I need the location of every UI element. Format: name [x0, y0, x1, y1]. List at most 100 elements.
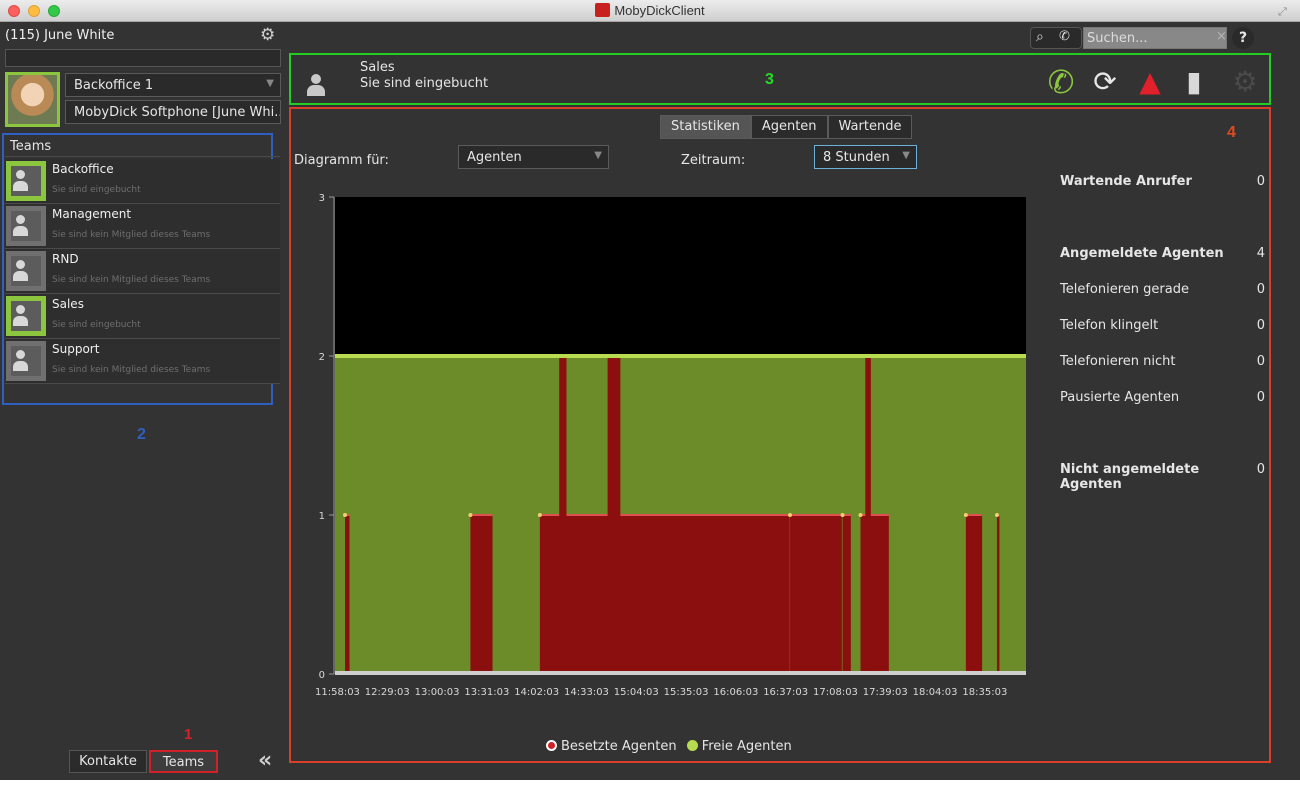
search-mode-group[interactable]: ⌕ ✆ — [1030, 27, 1082, 49]
legend-busy-label: Besetzte Agenten — [561, 739, 677, 754]
team-item-management[interactable]: Management Sie sind kein Mitglied dieses… — [5, 204, 280, 249]
busy-agents-segment — [865, 356, 871, 674]
search-icon[interactable]: ⌕ — [1036, 29, 1044, 45]
statistics-panel: 4 Statistiken Agenten Wartende Diagramm … — [289, 107, 1271, 763]
busy-agents-point — [537, 513, 542, 517]
tab-statistiken[interactable]: Statistiken — [660, 115, 751, 139]
tab-teams[interactable]: Teams — [149, 750, 218, 773]
annotation-label-4: 4 — [1227, 124, 1236, 141]
stat-angemeldete-agenten: Angemeldete Agenten 4 — [1060, 246, 1265, 261]
chevron-down-icon: ▼ — [266, 78, 274, 89]
sidebar: (115) June White ⚙ Backoffice 1 ▼ MobyDi… — [0, 22, 286, 780]
chart-legend: Besetzte Agenten Freie Agenten — [546, 739, 792, 754]
phone-icon[interactable]: ✆ — [1059, 29, 1070, 44]
range-select-value: 8 Stunden — [823, 150, 890, 165]
help-icon[interactable]: ? — [1232, 27, 1254, 49]
tab-wartende[interactable]: Wartende — [827, 115, 913, 139]
x-tick-label: 18:04:03 — [913, 687, 958, 698]
x-tick-label: 18:35:03 — [962, 687, 1007, 698]
y-tick-label: 1 — [319, 511, 325, 522]
stat-telefonieren-nicht: Telefonieren nicht 0 — [1060, 354, 1265, 369]
user-name: (115) June White — [5, 28, 115, 43]
team-status: Sie sind kein Mitglied dieses Teams — [52, 230, 211, 240]
x-tick-label: 14:33:03 — [564, 687, 609, 698]
stat-telefon-klingelt: Telefon klingelt 0 — [1060, 318, 1265, 333]
stat-value: 0 — [1256, 318, 1265, 333]
team-item-sales[interactable]: Sales Sie sind eingebucht — [5, 294, 280, 339]
group-select[interactable]: Backoffice 1 ▼ — [65, 73, 281, 97]
stat-label: Telefonieren gerade — [1060, 282, 1189, 297]
tab-kontakte[interactable]: Kontakte — [69, 750, 147, 773]
pause-agent-icon[interactable]: ▮ — [1177, 65, 1211, 99]
search-input[interactable] — [1083, 27, 1227, 49]
team-status-panel: Sales Sie sind eingebucht 3 ✆ ⟳ ▲ ▮ ⚙ — [289, 53, 1271, 105]
busy-agents-segment — [842, 515, 851, 674]
title-bar: MobyDickClient ⤢ — [0, 0, 1300, 22]
x-tick-label: 16:37:03 — [763, 687, 808, 698]
tab-agenten[interactable]: Agenten — [750, 115, 828, 139]
call-icon[interactable]: ✆ — [1044, 65, 1078, 99]
busy-agents-point — [858, 513, 863, 517]
x-tick-label: 11:58:03 — [315, 687, 360, 698]
busy-agents-point — [840, 513, 845, 517]
y-tick-label: 2 — [319, 352, 325, 363]
busy-agents-point — [343, 513, 348, 517]
stat-label: Telefonieren nicht — [1060, 354, 1176, 369]
team-item-backoffice[interactable]: Backoffice Sie sind eingebucht — [5, 159, 280, 204]
y-tick-label: 3 — [319, 193, 325, 204]
annotation-label-3: 3 — [765, 71, 774, 88]
team-panel-status: Sie sind eingebucht — [360, 76, 489, 91]
range-label: Zeitraum: — [681, 153, 746, 168]
team-item-rnd[interactable]: RND Sie sind kein Mitglied dieses Teams — [5, 249, 280, 294]
status-field[interactable] — [5, 49, 281, 67]
team-icon — [6, 251, 46, 291]
stat-value: 0 — [1256, 354, 1265, 369]
x-tick-label: 16:06:03 — [713, 687, 758, 698]
stat-wartende-anrufer: Wartende Anrufer 0 — [1060, 174, 1265, 189]
team-icon — [6, 161, 46, 201]
team-status: Sie sind kein Mitglied dieses Teams — [52, 365, 211, 375]
busy-agents-point — [468, 513, 473, 517]
team-name: Backoffice — [52, 162, 114, 176]
diagram-select[interactable]: Agenten ▼ — [458, 145, 609, 169]
team-panel-name: Sales — [360, 60, 395, 75]
team-name: Support — [52, 342, 100, 356]
legend-free-marker — [686, 740, 698, 751]
busy-agents-point — [788, 513, 793, 517]
refresh-icon[interactable]: ⟳ — [1088, 65, 1122, 99]
team-icon — [6, 296, 46, 336]
gear-icon[interactable]: ⚙ — [260, 25, 280, 45]
stat-label: Angemeldete Agenten — [1060, 246, 1224, 261]
busy-agents-segment — [559, 356, 567, 674]
team-item-support[interactable]: Support Sie sind kein Mitglied dieses Te… — [5, 339, 280, 384]
phone-select[interactable]: MobyDick Softphone [June Whi... — [65, 100, 281, 124]
stat-value: 0 — [1256, 282, 1265, 297]
x-tick-label: 17:39:03 — [863, 687, 908, 698]
avatar — [5, 72, 60, 127]
x-tick-label: 12:29:03 — [365, 687, 410, 698]
group-select-value: Backoffice 1 — [74, 78, 154, 93]
busy-agents-segment — [470, 515, 493, 674]
team-icon — [6, 341, 46, 381]
busy-agents-point — [994, 513, 999, 517]
stat-value: 0 — [1256, 462, 1265, 477]
annotation-label-2: 2 — [137, 426, 146, 443]
stat-label: Pausierte Agenten — [1060, 390, 1180, 405]
stat-value: 4 — [1256, 246, 1265, 261]
range-select[interactable]: 8 Stunden ▼ — [814, 145, 917, 169]
team-name: Management — [52, 207, 132, 221]
x-tick-label: 13:00:03 — [415, 687, 460, 698]
collapse-sidebar-icon[interactable]: « — [258, 748, 272, 773]
clear-search-icon[interactable]: × — [1216, 29, 1227, 44]
busy-agents-segment — [345, 515, 350, 674]
stat-telefonieren-gerade: Telefonieren gerade 0 — [1060, 282, 1265, 297]
fullscreen-icon[interactable]: ⤢ — [1278, 5, 1290, 18]
settings-icon: ⚙ — [1232, 65, 1258, 98]
stat-nicht-angemeldete-agenten: Nicht angemeldete Agenten 0 — [1060, 462, 1265, 492]
team-status: Sie sind eingebucht — [52, 185, 141, 195]
app-title: MobyDickClient — [614, 3, 705, 18]
main-panel: ⌕ ✆ × ? Sales Sie sind eingebucht 3 ✆ ⟳ … — [286, 22, 1300, 780]
chevron-down-icon: ▼ — [594, 150, 602, 161]
logout-agent-icon[interactable]: ▲ — [1133, 65, 1167, 99]
diagram-select-value: Agenten — [467, 150, 522, 165]
